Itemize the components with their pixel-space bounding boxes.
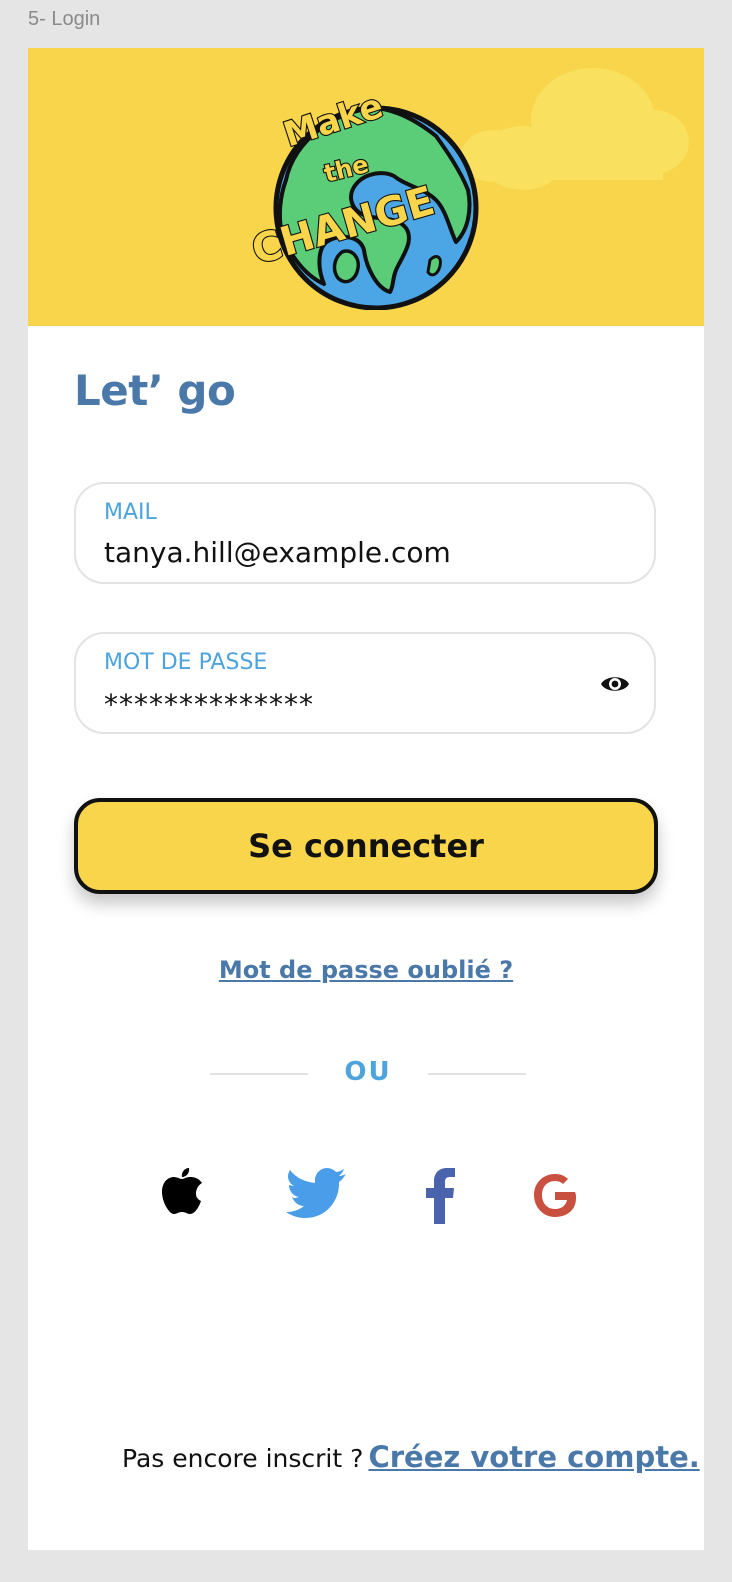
password-label: MOT DE PASSE <box>104 650 268 675</box>
apple-icon[interactable] <box>160 1166 204 1218</box>
email-field[interactable]: MAIL tanya.hill@example.com <box>74 482 656 584</box>
email-label: MAIL <box>104 500 157 525</box>
make-the-change-logo: Make the CHANGE <box>246 85 479 310</box>
google-icon[interactable] <box>530 1170 580 1220</box>
frame-label: 5- Login <box>28 8 101 30</box>
eye-icon[interactable] <box>600 672 630 696</box>
divider-or-text: OU <box>344 1057 392 1087</box>
divider-right <box>428 1073 526 1075</box>
password-field[interactable]: MOT DE PASSE ************** <box>74 632 656 734</box>
login-screen: Make the CHANGE Let’ go MAIL tanya.hill@… <box>28 48 704 1550</box>
twitter-icon[interactable] <box>286 1168 348 1220</box>
signup-question: Pas encore inscrit ? <box>122 1444 364 1473</box>
password-input[interactable]: ************** <box>104 688 314 721</box>
create-account-link[interactable]: Créez votre compte. <box>368 1440 699 1474</box>
email-input[interactable]: tanya.hill@example.com <box>104 536 451 569</box>
page-title: Let’ go <box>74 366 236 415</box>
signup-row: Pas encore inscrit ? Créez votre compte. <box>122 1440 700 1474</box>
login-button[interactable]: Se connecter <box>74 798 658 894</box>
divider-left <box>210 1073 308 1075</box>
forgot-password-link[interactable]: Mot de passe oublié ? <box>28 956 704 984</box>
hero-banner: Make the CHANGE <box>28 48 704 326</box>
facebook-icon[interactable] <box>424 1168 456 1224</box>
